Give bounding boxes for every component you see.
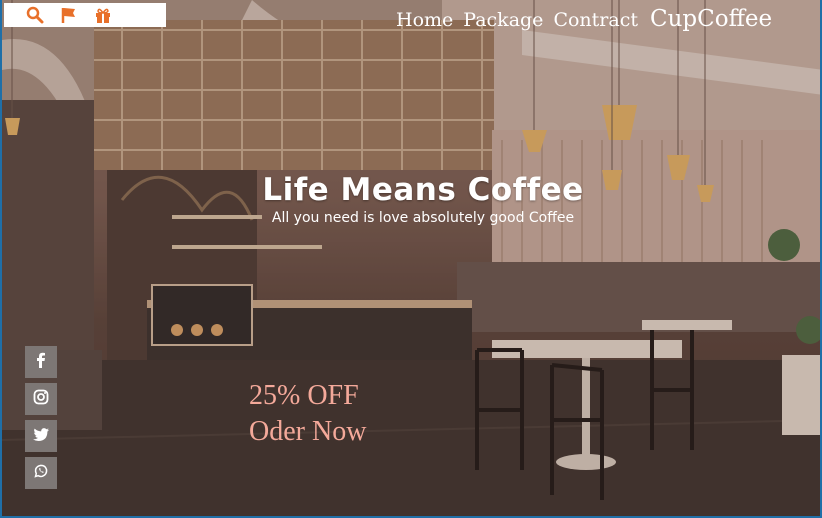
whatsapp-icon xyxy=(33,463,49,483)
promo-block: 25% OFF Oder Now xyxy=(249,378,366,450)
hero-headline: Life Means Coffee All you need is love a… xyxy=(12,172,820,226)
twitter-button[interactable] xyxy=(25,420,57,452)
search-icon[interactable] xyxy=(26,6,44,24)
hero-subtitle: All you need is love absolutely good Cof… xyxy=(271,210,575,226)
flag-icon[interactable] xyxy=(60,6,78,24)
facebook-icon xyxy=(34,352,48,372)
instagram-icon xyxy=(33,389,49,409)
hero-banner: Home Package Contract CupCoffee Life Mea… xyxy=(0,0,822,518)
order-now-link[interactable]: Oder Now xyxy=(249,414,366,450)
dark-overlay xyxy=(2,0,820,516)
nav-contract[interactable]: Contract xyxy=(553,9,638,31)
whatsapp-button[interactable] xyxy=(25,457,57,489)
nav-home[interactable]: Home xyxy=(396,9,453,31)
gift-icon[interactable] xyxy=(94,6,112,24)
instagram-button[interactable] xyxy=(25,383,57,415)
twitter-icon xyxy=(33,427,49,446)
social-links xyxy=(25,346,57,489)
main-nav: Home Package Contract CupCoffee xyxy=(396,6,772,32)
nav-package[interactable]: Package xyxy=(463,9,543,31)
facebook-button[interactable] xyxy=(25,346,57,378)
top-icon-bar xyxy=(4,3,166,27)
promo-discount: 25% OFF xyxy=(249,380,359,411)
brand-logo-text[interactable]: CupCoffee xyxy=(650,6,772,32)
hero-title: Life Means Coffee xyxy=(262,172,584,208)
